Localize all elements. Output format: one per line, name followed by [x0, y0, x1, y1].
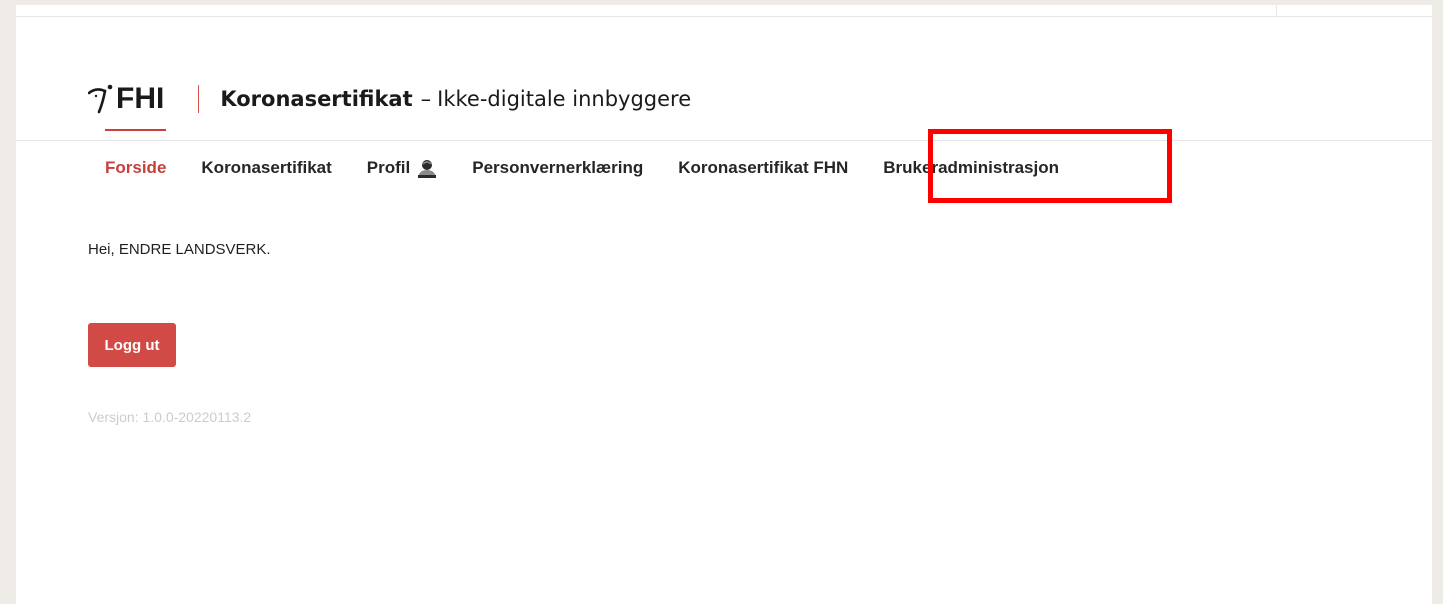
title-dash: –	[420, 87, 432, 111]
app-subtitle: Ikke-digitale innbyggere	[437, 87, 692, 111]
main-nav: Forside Koronasertifikat Profil Personve…	[88, 129, 1077, 195]
nav-item-brukeradministrasjon[interactable]: Brukeradministrasjon	[883, 157, 1059, 179]
person-icon	[418, 160, 437, 178]
nav-item-label: Brukeradministrasjon	[883, 158, 1060, 177]
header-separator	[198, 85, 200, 113]
top-divider-tick	[1276, 5, 1277, 16]
greeting-text: Hei, ENDRE LANDSVERK.	[88, 241, 271, 258]
nav-item-profil[interactable]: Profil	[367, 157, 437, 179]
logo-text: FHI	[116, 82, 165, 115]
nav-item-label: Profil	[366, 158, 411, 177]
nav-item-forside[interactable]: Forside	[105, 129, 167, 179]
app-name: Koronasertifikat	[220, 87, 413, 111]
nav-item-koronasertifikat[interactable]: Koronasertifikat	[201, 157, 331, 179]
nav-item-personvernerklaering[interactable]: Personvernerklæring	[472, 157, 643, 179]
site-header: FHI Koronasertifikat – Ikke-digitale innby…	[88, 77, 691, 121]
nav-item-label: Personvernerklæring	[472, 158, 644, 177]
nav-item-label: Koronasertifikat	[201, 158, 332, 177]
nav-item-label: Forside	[105, 158, 167, 177]
nav-item-koronasertifikat-fhn[interactable]: Koronasertifikat FHN	[678, 157, 848, 179]
version-text: Versjon: 1.0.0-20220113.2	[88, 409, 252, 425]
page: FHI Koronasertifikat – Ikke-digitale innby…	[16, 5, 1432, 604]
fhi-logo-icon	[88, 84, 113, 114]
page-title: Koronasertifikat – Ikke-digitale innbygger…	[220, 85, 691, 113]
fhi-logo[interactable]: FHI	[88, 79, 164, 119]
logout-button[interactable]: Logg ut	[88, 323, 176, 367]
nav-item-label: Koronasertifikat FHN	[678, 158, 849, 177]
top-divider	[16, 16, 1432, 17]
